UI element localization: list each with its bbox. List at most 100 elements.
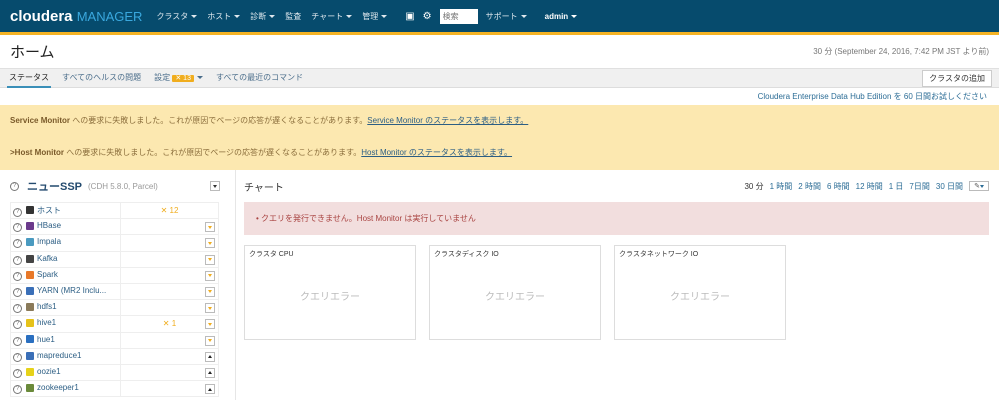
chart-error: クエリエラー — [485, 292, 545, 303]
service-link[interactable]: HBase — [37, 221, 61, 230]
search-input[interactable] — [439, 8, 478, 24]
time-range-option[interactable]: 1 時間 — [770, 181, 793, 192]
time-range-option[interactable]: 1 日 — [889, 181, 904, 192]
health-unknown-icon: ? — [13, 239, 22, 249]
health-unknown-icon: ? — [13, 320, 22, 330]
chart-panel[interactable]: クラスタネットワーク IO クエリエラー — [614, 245, 786, 340]
time-range-option[interactable]: 12 時間 — [856, 181, 883, 192]
service-icon — [26, 238, 34, 247]
service-row: ? hive1 ✕ 1 — [10, 315, 219, 333]
add-cluster-button[interactable]: クラスタの追加 — [922, 69, 992, 87]
timestamp[interactable]: 30 分 (September 24, 2016, 7:42 PM JST より… — [813, 46, 989, 57]
chart-error: クエリエラー — [300, 292, 360, 303]
trial-link[interactable]: Cloudera Enterprise Data Hub Edition を 6… — [0, 88, 999, 105]
service-icon — [26, 303, 34, 312]
service-link[interactable]: hdfs1 — [37, 302, 57, 311]
service-table: ? ホスト ✕ 12? HBase? Impala? Kafka? Spark? YARN (… — [10, 201, 219, 398]
cluster-name[interactable]: ニューSSP — [27, 178, 82, 194]
chart-panel[interactable]: クラスタ CPU クエリエラー — [244, 245, 416, 340]
service-actions-dropdown[interactable] — [205, 238, 215, 249]
service-actions-dropdown[interactable] — [205, 367, 215, 378]
alert-host-monitor: >Host Monitor への要求に失敗しました。これが原因でページの応答が遅… — [10, 148, 513, 157]
service-link[interactable]: hue1 — [37, 335, 55, 344]
service-actions-dropdown[interactable] — [205, 384, 215, 395]
cluster-actions-dropdown[interactable] — [210, 181, 220, 191]
support-menu[interactable]: サポート — [486, 11, 527, 22]
monitor-alert: Service Monitor への要求に失敗しました。これが原因でページの応答… — [0, 105, 999, 170]
service-actions-dropdown[interactable] — [205, 351, 215, 362]
service-link[interactable]: hive1 — [37, 318, 56, 327]
health-unknown-icon: ? — [13, 368, 22, 378]
page-title: ホーム — [10, 44, 55, 61]
tab-recent-commands[interactable]: すべての最近のコマンド — [214, 68, 305, 88]
service-row: ? hdfs1 — [10, 299, 219, 317]
service-link[interactable]: ホスト — [37, 206, 61, 215]
nav-hosts[interactable]: ホスト — [207, 11, 241, 22]
edit-charts-button[interactable]: ✎ — [969, 181, 989, 191]
health-unknown-icon: ? — [13, 271, 22, 281]
service-actions-dropdown[interactable] — [205, 335, 215, 346]
service-actions-dropdown[interactable] — [205, 286, 215, 297]
service-actions-dropdown[interactable] — [205, 319, 215, 330]
service-monitor-status-link[interactable]: Service Monitor のステータスを表示します。 — [367, 116, 528, 125]
logo[interactable]: cloudera MANAGER — [10, 8, 142, 25]
chart-title: クラスタ CPU — [249, 251, 294, 258]
charts-panel: チャート 30 分 1 時間 2 時間 6 時間 12 時間 1 日 7日間 30 日間 ✎ •… — [236, 170, 999, 400]
service-link[interactable]: Kafka — [37, 254, 57, 263]
nav-charts[interactable]: チャート — [311, 11, 353, 22]
service-row: ? Impala — [10, 234, 219, 252]
service-row: ? zookeeper1 — [10, 380, 219, 398]
nav-clusters[interactable]: クラスタ — [156, 11, 198, 22]
health-unknown-icon: ? — [10, 181, 19, 191]
parcel-icon[interactable]: ▣ — [405, 11, 414, 22]
time-range-option[interactable]: 7日間 — [909, 181, 929, 192]
service-icon — [26, 222, 34, 231]
time-range-option[interactable]: 30 分 — [744, 181, 763, 192]
service-link[interactable]: Impala — [37, 237, 61, 246]
cluster-version: (CDH 5.8.0, Parcel) — [88, 181, 158, 191]
time-range-option[interactable]: 2 時間 — [798, 181, 821, 192]
service-link[interactable]: oozie1 — [37, 367, 61, 376]
health-unknown-icon: ? — [13, 255, 22, 265]
service-link[interactable]: zookeeper1 — [37, 383, 79, 392]
chart-panel[interactable]: クラスタディスク IO クエリエラー — [429, 245, 601, 340]
time-range-option[interactable]: 6 時間 — [827, 181, 850, 192]
service-actions-dropdown[interactable] — [205, 254, 215, 265]
cluster-panel: ? ニューSSP (CDH 5.8.0, Parcel) ? ホスト ✕ 12? HB… — [0, 170, 236, 400]
nav-audit[interactable]: 監査 — [285, 11, 301, 22]
service-row: ? Spark — [10, 266, 219, 284]
config-issues-badge[interactable]: ✕ 12 — [161, 206, 179, 215]
service-link[interactable]: YARN (MR2 Inclu... — [37, 286, 106, 295]
page-header: ホーム 30 分 (September 24, 2016, 7:42 PM JS… — [0, 35, 999, 68]
service-row: ? YARN (MR2 Inclu... — [10, 282, 219, 301]
health-unknown-icon: ? — [13, 207, 22, 217]
time-range-selector: 30 分 1 時間 2 時間 6 時間 12 時間 1 日 7日間 30 日間 ✎ — [744, 181, 989, 192]
nav-diagnostics[interactable]: 診断 — [250, 11, 276, 22]
tab-status[interactable]: ステータス — [7, 68, 51, 88]
time-range-option[interactable]: 30 日間 — [936, 181, 963, 192]
service-icon — [26, 351, 34, 360]
service-icon — [26, 367, 34, 376]
chart-title: クラスタディスク IO — [434, 251, 499, 258]
config-issues-badge: ✕ 13 — [172, 75, 194, 82]
service-actions-dropdown[interactable] — [205, 303, 215, 314]
service-link[interactable]: mapreduce1 — [37, 351, 81, 360]
tab-configuration[interactable]: 設定 ✕ 13 — [152, 68, 205, 88]
tab-health-issues[interactable]: すべてのヘルスの問題 — [60, 68, 143, 88]
nav-admin[interactable]: 管理 — [362, 11, 388, 22]
service-actions-dropdown[interactable] — [205, 270, 215, 281]
service-icon — [26, 335, 34, 344]
service-icon — [26, 270, 34, 279]
service-row: ? mapreduce1 — [10, 347, 219, 365]
user-menu[interactable]: admin — [545, 12, 578, 21]
service-row: ? Kafka — [10, 250, 219, 268]
service-actions-dropdown[interactable] — [205, 222, 215, 233]
service-link[interactable]: Spark — [37, 270, 58, 279]
alert-service-monitor: Service Monitor への要求に失敗しました。これが原因でページの応答… — [10, 116, 529, 125]
chart-title: クラスタネットワーク IO — [619, 251, 699, 258]
host-monitor-status-link[interactable]: Host Monitor のステータスを表示します。 — [361, 148, 512, 157]
running-commands-icon[interactable]: ⚙ — [423, 11, 432, 22]
config-issues-badge[interactable]: ✕ 1 — [163, 319, 176, 328]
health-unknown-icon: ? — [13, 288, 22, 298]
health-unknown-icon: ? — [13, 304, 22, 314]
